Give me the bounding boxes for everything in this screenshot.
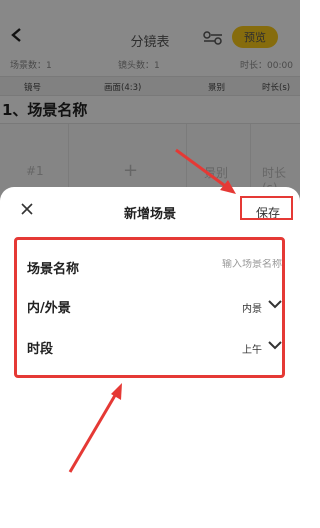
location-type-field[interactable]: 内/外景 内景 [27, 295, 282, 319]
location-type-label: 内/外景 [27, 301, 71, 316]
scene-name-input[interactable] [202, 259, 282, 270]
time-period-field[interactable]: 时段 上午 [27, 336, 282, 360]
time-period-value[interactable]: 上午 [242, 341, 262, 356]
scene-name-field: 场景名称 [27, 256, 282, 280]
scene-name-label: 场景名称 [27, 262, 80, 277]
time-period-label: 时段 [27, 342, 54, 357]
save-highlight-box [240, 196, 293, 220]
form-highlight-box: 场景名称 内/外景 内景 时段 上午 [14, 237, 285, 378]
new-scene-sheet: 新增场景 保存 场景名称 内/外景 内景 时段 上午 [0, 187, 300, 528]
chevron-down-icon[interactable] [268, 299, 282, 309]
chevron-down-icon[interactable] [268, 340, 282, 350]
location-type-value[interactable]: 内景 [242, 300, 262, 315]
